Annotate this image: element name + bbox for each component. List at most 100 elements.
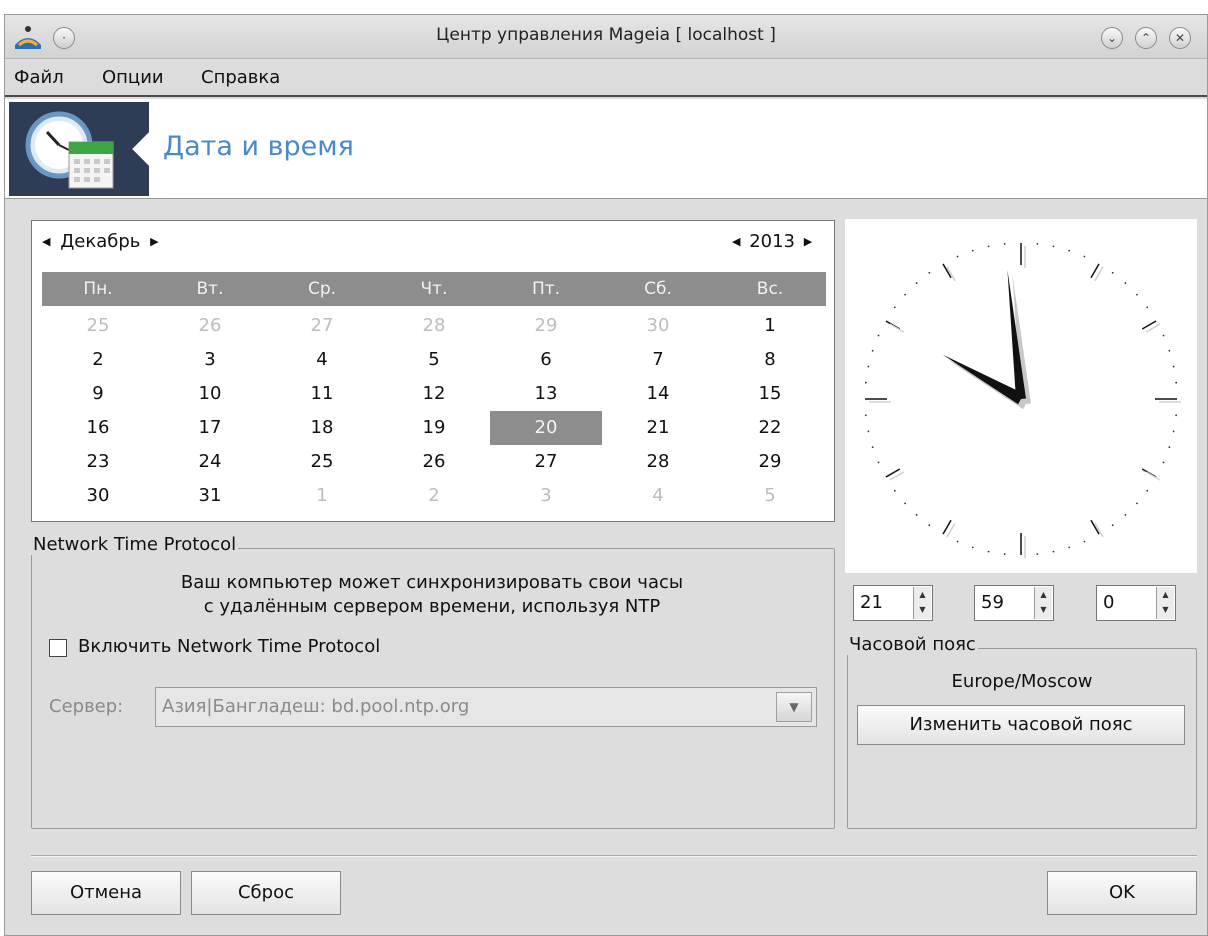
menu-help[interactable]: Справка: [201, 67, 280, 88]
calendar-day[interactable]: 6: [490, 343, 602, 377]
ok-button[interactable]: OK: [1047, 871, 1197, 915]
calendar-day[interactable]: 2: [42, 343, 154, 377]
clock-minute-dot: [1162, 461, 1165, 464]
server-combobox[interactable]: Азия|Бангладеш: bd.pool.ntp.org ▼: [155, 687, 817, 727]
calendar-day[interactable]: 21: [602, 411, 714, 445]
ntp-description-line: с удалённым сервером времени, используя …: [203, 596, 661, 617]
calendar-day[interactable]: 15: [714, 377, 826, 411]
spin-arrows-icon[interactable]: ▲ ▼: [913, 587, 931, 619]
prev-month-button[interactable]: ◀: [42, 235, 50, 248]
calendar-day[interactable]: 22: [714, 411, 826, 445]
calendar-week: 30 31 1 2 3 4 5: [42, 479, 826, 513]
calendar-day[interactable]: 7: [602, 343, 714, 377]
calendar-day[interactable]: 10: [154, 377, 266, 411]
reset-button[interactable]: Сброс: [191, 871, 341, 915]
menu-options[interactable]: Опции: [102, 67, 164, 88]
menu-file[interactable]: Файл: [14, 67, 64, 88]
calendar-day[interactable]: 12: [378, 377, 490, 411]
clock-minute-dot: [915, 514, 918, 516]
calendar-day[interactable]: 30: [42, 479, 154, 513]
clock-minute-dot: [956, 540, 959, 543]
weekday-label: Пт.: [531, 279, 561, 299]
calendar-day[interactable]: 3: [154, 343, 266, 377]
calendar-day[interactable]: 4: [602, 479, 714, 513]
server-label: Сервер:: [49, 696, 124, 717]
seconds-value[interactable]: 0: [1103, 592, 1114, 613]
calendar-day[interactable]: 31: [154, 479, 266, 513]
calendar-day[interactable]: 19: [378, 411, 490, 445]
clock-minute-dot: [904, 293, 906, 296]
cancel-button[interactable]: Отмена: [31, 871, 181, 915]
calendar-day[interactable]: 18: [266, 411, 378, 445]
clock-minute-dot: [1172, 430, 1175, 433]
seconds-spinner[interactable]: 0 ▲ ▼: [1096, 585, 1176, 621]
clock-hour-hand: [942, 354, 1024, 405]
prev-year-button[interactable]: ◀: [732, 235, 740, 248]
calendar-day[interactable]: 17: [154, 411, 266, 445]
calendar-day[interactable]: 26: [378, 445, 490, 479]
clock-minute-dot: [871, 349, 874, 352]
clock-minute-dot: [1172, 365, 1175, 368]
weekday-label: Вт.: [196, 279, 224, 299]
weekday-label: Сб.: [644, 279, 672, 299]
change-timezone-button[interactable]: Изменить часовой пояс: [857, 705, 1185, 745]
enable-ntp-label[interactable]: Включить Network Time Protocol: [78, 636, 380, 657]
calendar-day[interactable]: 13: [490, 377, 602, 411]
dropdown-arrow-icon[interactable]: ▼: [776, 692, 812, 722]
calendar-day[interactable]: 2: [378, 479, 490, 513]
calendar-day[interactable]: 4: [266, 343, 378, 377]
server-value: Азия|Бангладеш: bd.pool.ntp.org: [162, 696, 470, 717]
calendar-day[interactable]: 27: [490, 445, 602, 479]
clock-minute-dot: [1036, 553, 1039, 556]
clock-minute-dot: [904, 502, 906, 505]
next-year-button[interactable]: ▶: [804, 235, 812, 248]
calendar-day-selected[interactable]: 20: [490, 411, 602, 445]
calendar-day[interactable]: 24: [154, 445, 266, 479]
calendar-day[interactable]: 26: [154, 309, 266, 343]
calendar-day[interactable]: 29: [714, 445, 826, 479]
clock-minute-dot: [867, 365, 870, 368]
close-button[interactable]: ✕: [1169, 27, 1191, 49]
calendar-day[interactable]: 25: [266, 445, 378, 479]
calendar-day[interactable]: 28: [602, 445, 714, 479]
calendar-week: 9 10 11 12 13 14 15: [42, 377, 826, 411]
calendar-day[interactable]: 1: [714, 309, 826, 343]
next-month-button[interactable]: ▶: [150, 235, 158, 248]
clock-minute-dot: [864, 381, 867, 384]
clock-minute-dot: [1146, 306, 1149, 309]
clock-minute-dot: [1168, 349, 1171, 352]
minutes-value[interactable]: 59: [981, 592, 1004, 613]
calendar-day[interactable]: 11: [266, 377, 378, 411]
weekday-label: Ср.: [307, 279, 337, 299]
clock-minute-dot: [867, 430, 870, 433]
calendar-day[interactable]: 14: [602, 377, 714, 411]
clock-minute-dot: [971, 249, 974, 252]
calendar-day[interactable]: 28: [378, 309, 490, 343]
calendar-day[interactable]: 5: [714, 479, 826, 513]
timezone-group-title: Часовой пояс: [847, 634, 978, 655]
calendar-day[interactable]: 5: [378, 343, 490, 377]
calendar-day[interactable]: 1: [266, 479, 378, 513]
calendar-day[interactable]: 27: [266, 309, 378, 343]
weekday-header: Пн. Вт. Ср. Чт. Пт. Сб. Вс.: [42, 272, 826, 306]
calendar-day[interactable]: 30: [602, 309, 714, 343]
hours-spinner[interactable]: 21 ▲ ▼: [853, 585, 933, 621]
calendar-day[interactable]: 25: [42, 309, 154, 343]
calendar[interactable]: ◀ Декабрь ▶ ◀ 2013 ▶ Пн. Вт. Ср. Чт. Пт.…: [31, 220, 835, 522]
spin-arrows-icon[interactable]: ▲ ▼: [1156, 587, 1174, 619]
calendar-day[interactable]: 23: [42, 445, 154, 479]
calendar-day[interactable]: 8: [714, 343, 826, 377]
page-title: Дата и время: [163, 131, 354, 162]
spin-arrows-icon[interactable]: ▲ ▼: [1034, 587, 1052, 619]
calendar-day[interactable]: 16: [42, 411, 154, 445]
minimize-button[interactable]: ⌄: [1101, 27, 1123, 49]
header-banner: Дата и время: [5, 99, 1207, 199]
calendar-day[interactable]: 9: [42, 377, 154, 411]
maximize-button[interactable]: ⌃: [1135, 27, 1157, 49]
hours-value[interactable]: 21: [860, 592, 883, 613]
calendar-day[interactable]: 29: [490, 309, 602, 343]
enable-ntp-checkbox[interactable]: [49, 639, 67, 657]
minutes-spinner[interactable]: 59 ▲ ▼: [974, 585, 1054, 621]
clock-tick-shadow: [889, 323, 905, 333]
calendar-day[interactable]: 3: [490, 479, 602, 513]
